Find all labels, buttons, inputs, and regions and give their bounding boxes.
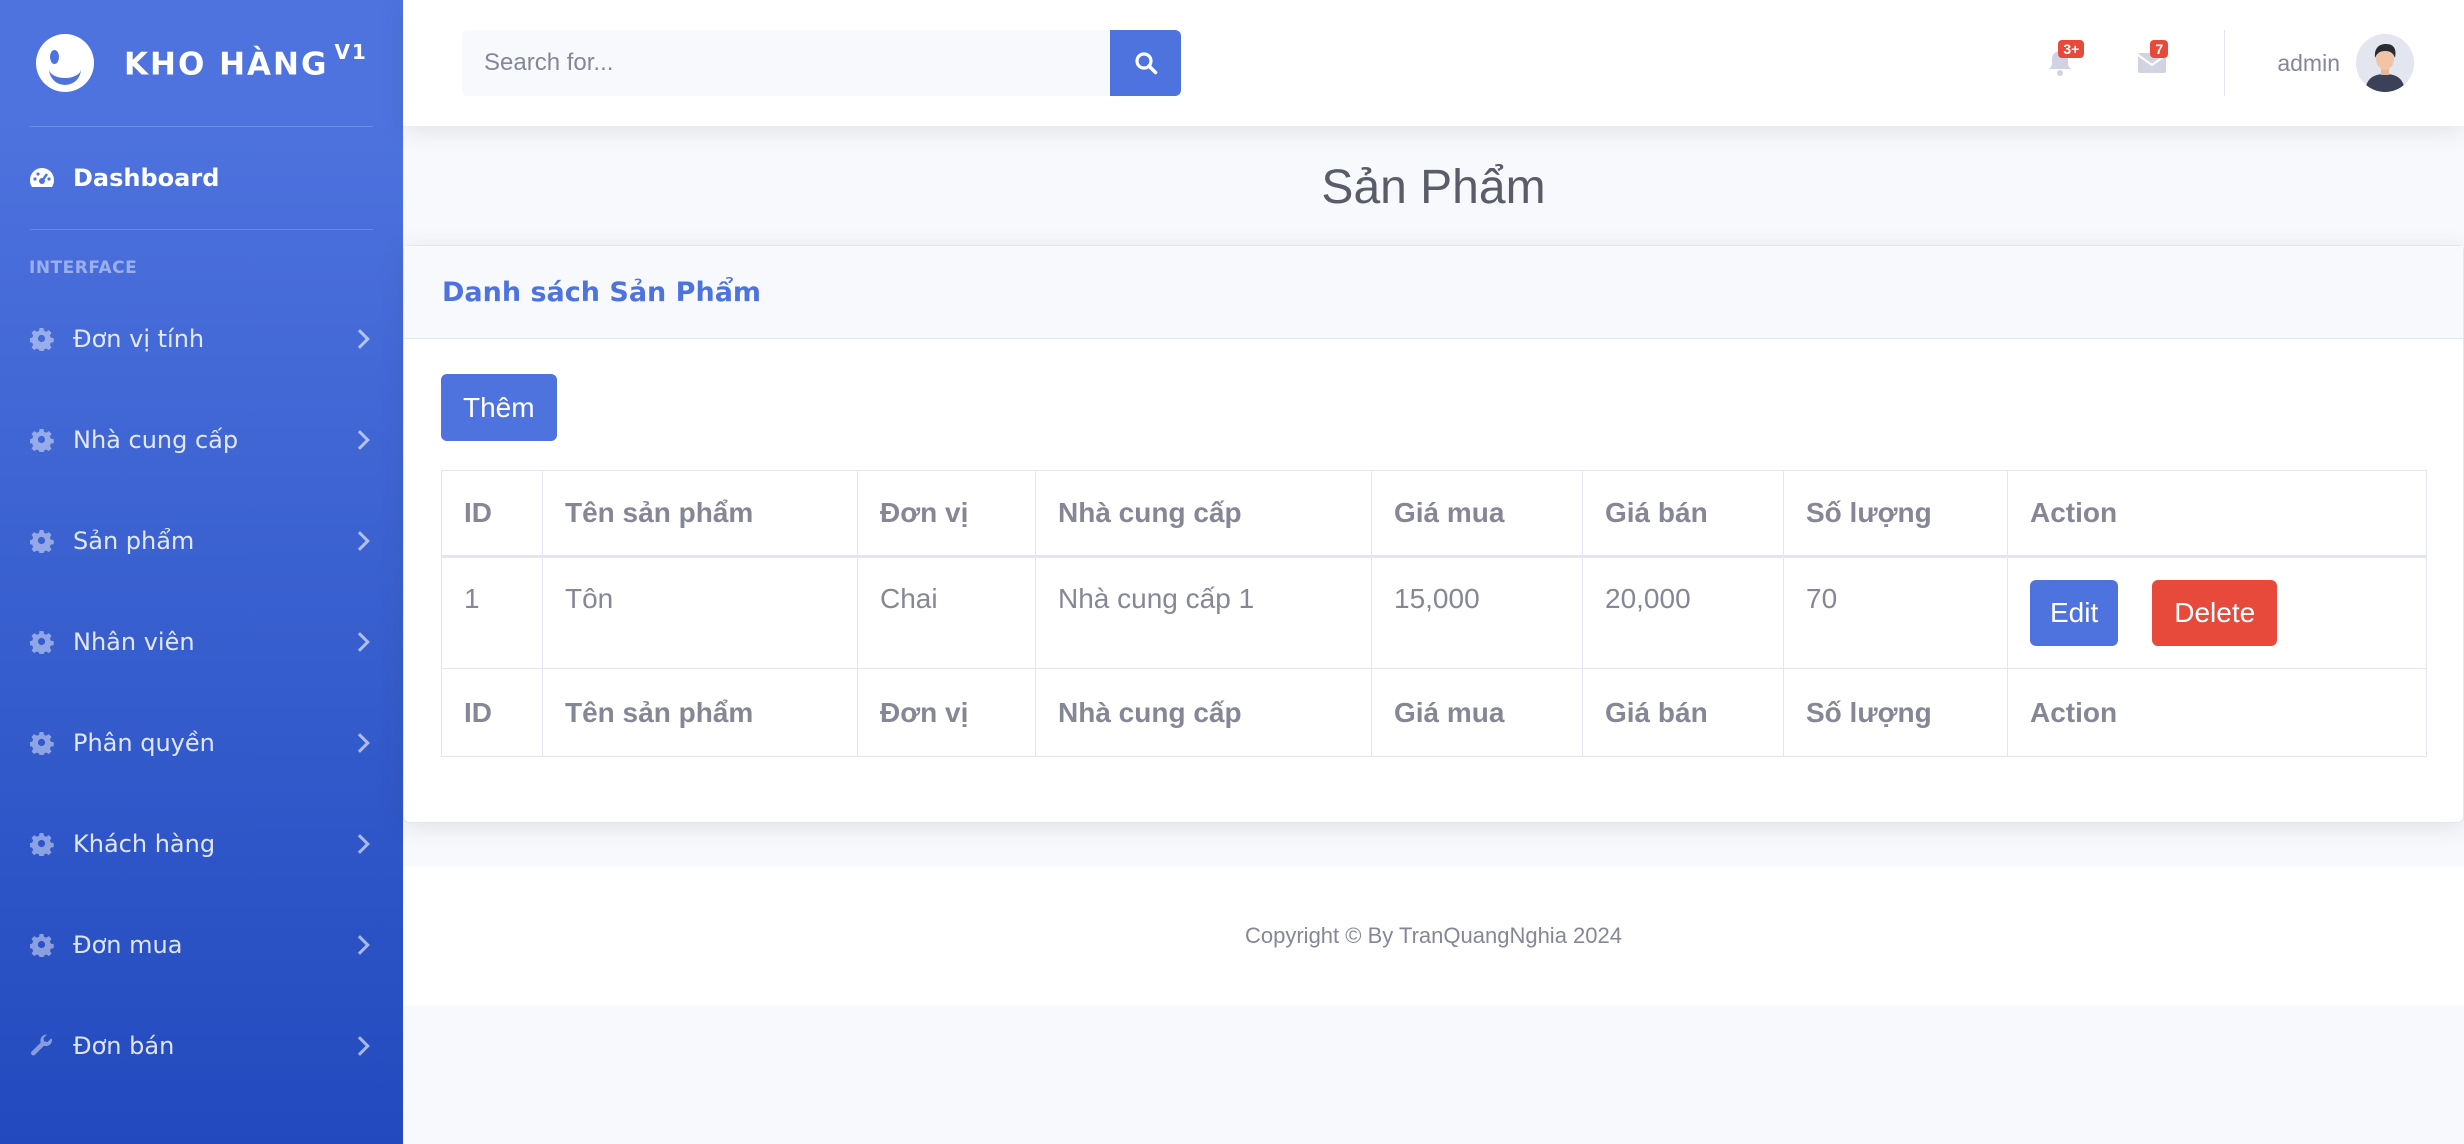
- column-header[interactable]: Giá mua: [1371, 470, 1583, 558]
- column-footer: Nhà cung cấp: [1035, 668, 1372, 757]
- column-footer: Đơn vị: [857, 668, 1036, 757]
- sidebar-item-don-ban[interactable]: Đơn bán: [0, 995, 403, 1096]
- cell-quantity: 70: [1783, 556, 2008, 669]
- avatar[interactable]: [2356, 34, 2414, 92]
- table-header-row: ID Tên sản phẩm Đơn vị Nhà cung cấp Giá …: [441, 470, 2427, 558]
- search-button[interactable]: [1110, 30, 1181, 96]
- page-title: Sản Phẩm: [1321, 161, 1546, 214]
- chevron-right-icon: [350, 530, 370, 551]
- sidebar-item-don-vi-tinh[interactable]: Đơn vị tính: [0, 288, 403, 389]
- brand-version: V1: [334, 39, 368, 64]
- edit-button[interactable]: Edit: [2030, 580, 2119, 646]
- tachometer-icon: [29, 165, 55, 191]
- gear-icon: [29, 932, 55, 958]
- sidebar-item-don-mua[interactable]: Đơn mua: [0, 894, 403, 995]
- column-footer: Giá bán: [1582, 668, 1784, 757]
- search-form: [462, 30, 1181, 96]
- products-card: Danh sách Sản Phẩm Thêm ID Tên sản phẩm …: [403, 245, 2464, 823]
- column-header[interactable]: Nhà cung cấp: [1035, 470, 1372, 558]
- column-header[interactable]: ID: [441, 470, 543, 558]
- add-product-button[interactable]: Thêm: [441, 374, 557, 441]
- chevron-right-icon: [350, 934, 370, 955]
- cell-actions: Edit Delete: [2007, 556, 2427, 669]
- gear-icon: [29, 831, 55, 857]
- chevron-right-icon: [350, 732, 370, 753]
- sidebar-item-khach-hang[interactable]: Khách hàng: [0, 793, 403, 894]
- sidebar-item-label: Sản phẩm: [73, 526, 195, 555]
- delete-button[interactable]: Delete: [2152, 580, 2278, 646]
- sidebar-item-nha-cung-cap[interactable]: Nhà cung cấp: [0, 389, 403, 490]
- column-footer: Số lượng: [1783, 668, 2008, 757]
- column-header[interactable]: Giá bán: [1582, 470, 1784, 558]
- sidebar-item-san-pham[interactable]: Sản phẩm: [0, 490, 403, 591]
- sidebar-item-label: Đơn bán: [73, 1031, 175, 1060]
- search-input[interactable]: [462, 30, 1110, 96]
- cell-sell-price: 20,000: [1582, 556, 1784, 669]
- gear-icon: [29, 326, 55, 352]
- table-row: 1 Tôn Chai Nhà cung cấp 1 15,000 20,000 …: [441, 556, 2427, 669]
- card-title: Danh sách Sản Phẩm: [442, 276, 762, 308]
- sidebar-item-dashboard[interactable]: Dashboard: [0, 127, 403, 229]
- chevron-right-icon: [350, 328, 370, 349]
- column-footer: Action: [2007, 668, 2427, 757]
- chevron-right-icon: [350, 833, 370, 854]
- wrench-icon: [29, 1033, 55, 1059]
- column-footer: Giá mua: [1371, 668, 1583, 757]
- cell-unit: Chai: [857, 556, 1036, 669]
- gear-icon: [29, 629, 55, 655]
- footer: Copyright © By TranQuangNghia 2024: [403, 867, 2464, 1005]
- alerts-dropdown[interactable]: 3+: [2040, 40, 2085, 83]
- sidebar-nav: Đơn vị tính Nhà cung cấp Sản phẩm Nhân v…: [0, 288, 403, 1096]
- card-header: Danh sách Sản Phẩm: [404, 246, 2463, 339]
- sidebar-item-label: Đơn mua: [73, 930, 183, 959]
- chevron-right-icon: [350, 631, 370, 652]
- products-table: ID Tên sản phẩm Đơn vị Nhà cung cấp Giá …: [441, 470, 2427, 757]
- column-footer: Tên sản phẩm: [542, 668, 858, 757]
- sidebar-heading: INTERFACE: [29, 258, 138, 278]
- gear-icon: [29, 730, 55, 756]
- column-header[interactable]: Tên sản phẩm: [542, 470, 858, 558]
- column-footer: ID: [441, 668, 543, 757]
- column-header[interactable]: Đơn vị: [857, 470, 1036, 558]
- cell-supplier: Nhà cung cấp 1: [1035, 556, 1372, 669]
- brand-title: KHO HÀNG: [124, 46, 329, 83]
- column-header[interactable]: Action: [2007, 470, 2427, 558]
- gear-icon: [29, 528, 55, 554]
- chevron-right-icon: [350, 1035, 370, 1056]
- gear-icon: [29, 427, 55, 453]
- sidebar-item-label: Phân quyền: [73, 728, 215, 757]
- messages-badge: 7: [2150, 40, 2169, 58]
- sidebar-item-phan-quyen[interactable]: Phân quyền: [0, 692, 403, 793]
- sidebar-item-label: Đơn vị tính: [73, 324, 205, 353]
- user-avatar-icon: [2356, 34, 2414, 92]
- chevron-right-icon: [350, 429, 370, 450]
- alerts-badge: 3+: [2058, 40, 2085, 58]
- sidebar-item-label: Nhà cung cấp: [73, 425, 239, 454]
- cell-id: 1: [441, 556, 543, 669]
- brand-name: KHO HÀNG V1: [124, 40, 368, 83]
- cell-name: Tôn: [542, 556, 858, 669]
- search-icon: [1134, 52, 1157, 75]
- copyright-text: Copyright © By TranQuangNghia 2024: [1245, 923, 1622, 948]
- topbar: 3+ 7 admin: [403, 0, 2464, 126]
- sidebar-item-label: Khách hàng: [73, 829, 216, 858]
- column-header[interactable]: Số lượng: [1783, 470, 2008, 558]
- topbar-divider: [2224, 30, 2226, 96]
- brand[interactable]: KHO HÀNG V1: [0, 0, 403, 126]
- sidebar-item-nhan-vien[interactable]: Nhân viên: [0, 591, 403, 692]
- sidebar-item-label: Dashboard: [73, 164, 220, 192]
- sidebar: KHO HÀNG V1 Dashboard INTERFACE Đơn vị tí…: [0, 0, 403, 1144]
- topbar-right: 3+ 7 admin: [2040, 0, 2464, 126]
- laugh-wink-icon: [36, 34, 94, 92]
- table-footer-row: ID Tên sản phẩm Đơn vị Nhà cung cấp Giá …: [441, 668, 2427, 757]
- user-name[interactable]: admin: [2277, 50, 2340, 77]
- messages-dropdown[interactable]: 7: [2132, 40, 2172, 83]
- cell-buy-price: 15,000: [1371, 556, 1583, 669]
- sidebar-item-label: Nhân viên: [73, 627, 195, 656]
